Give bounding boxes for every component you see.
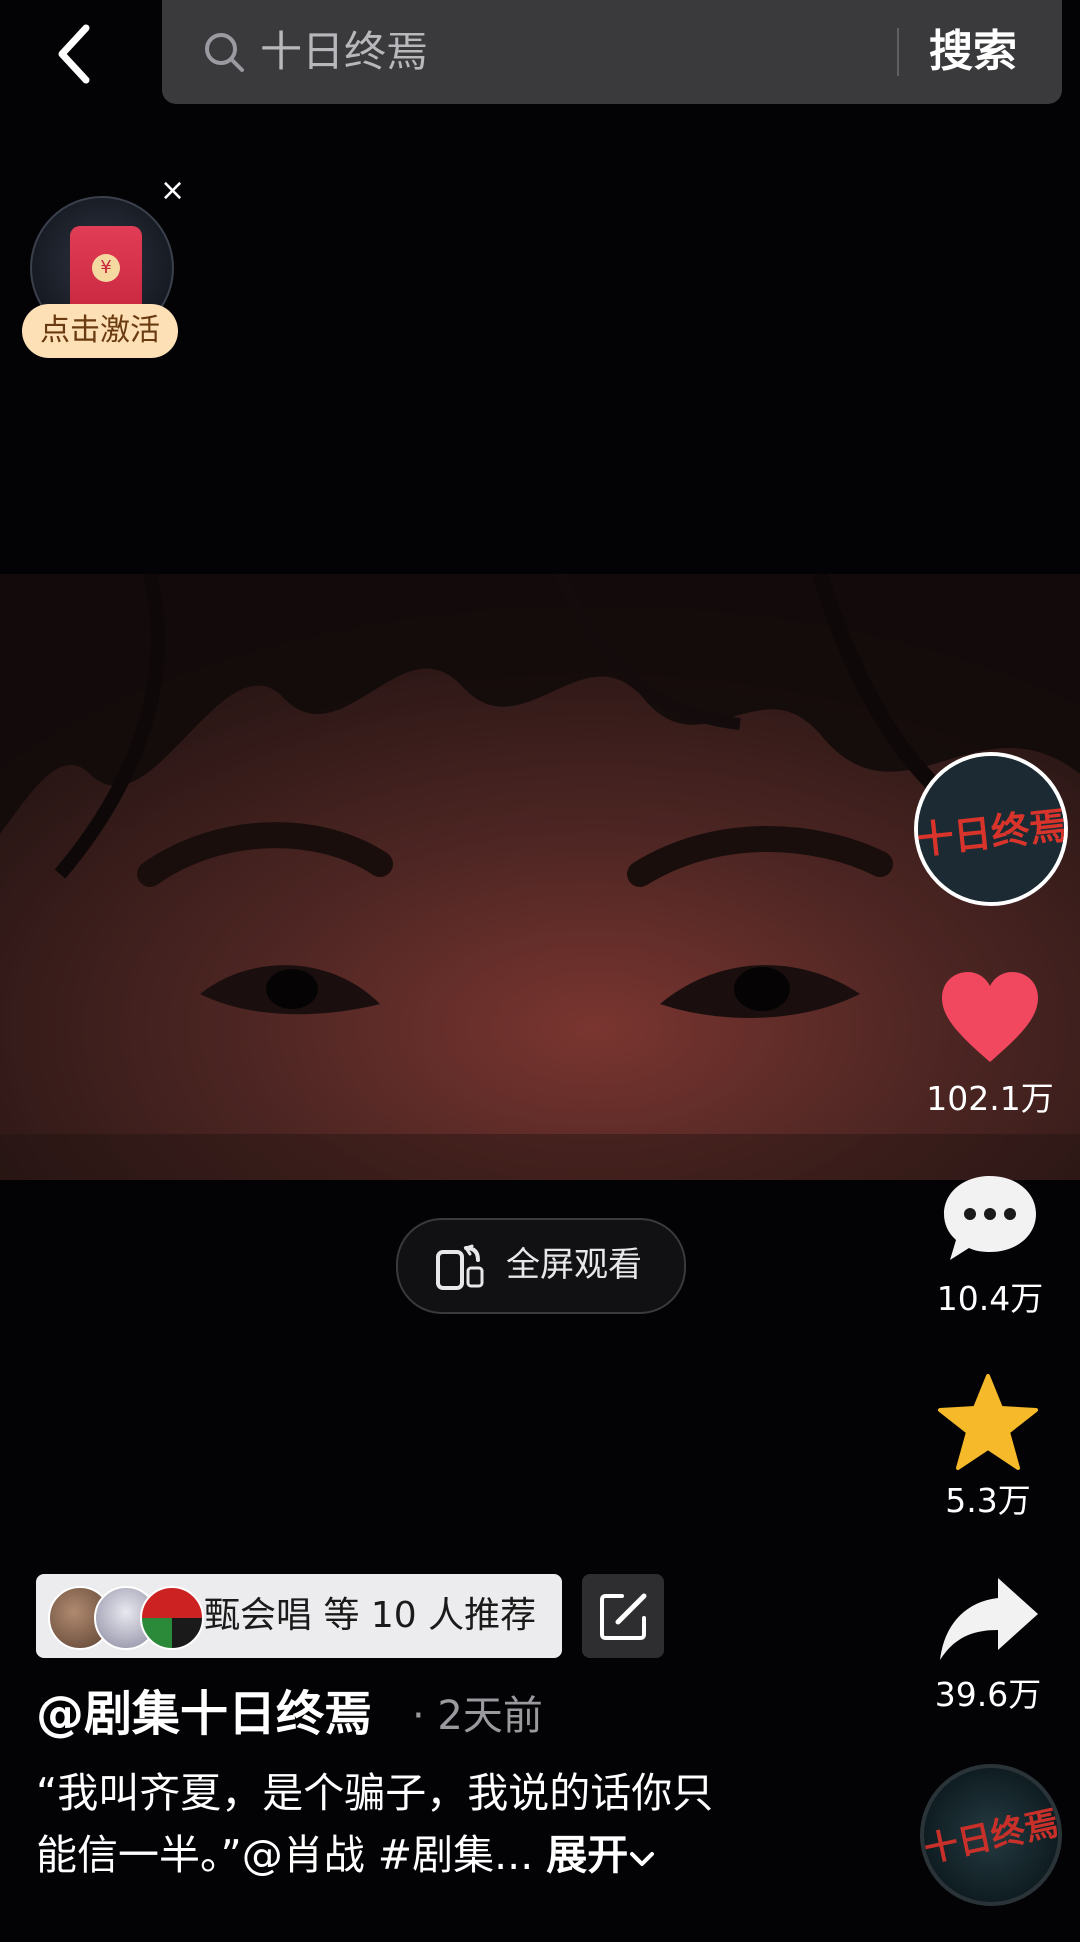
heart-icon[interactable] [940,970,1040,1066]
svg-text:十日终焉: 十日终焉 [924,1803,1058,1870]
creator-logo-image: 十日终焉 [918,756,1064,902]
search-icon [202,30,246,74]
comment-count: 10.4万 [936,1279,1044,1318]
author-handle[interactable]: @剧集十日终焉 [36,1682,372,1746]
red-envelope-icon: ¥ [70,226,142,316]
red-packet-widget[interactable]: ¥ 点击激活 [22,186,192,366]
edit-icon [600,1593,647,1640]
recommend-text: 甄会唱 等 10 人推荐 [204,1595,537,1636]
share-count: 39.6万 [934,1675,1042,1714]
search-input[interactable]: 十日终焉 [260,24,428,80]
post-caption: “我叫齐夏，是个骗子，我说的话你只 能信一半。”@肖战 #剧集... 展开 [36,1762,796,1886]
coin-icon: ¥ [92,254,120,282]
rotate-screen-icon [434,1242,486,1292]
caption-line: “我叫齐夏，是个骗子，我说的话你只 [36,1769,714,1817]
comment-icon[interactable] [940,1172,1040,1266]
fullscreen-button[interactable]: 全屏观看 [396,1218,686,1314]
search-divider [897,28,899,76]
close-icon[interactable]: × [160,176,185,206]
creator-avatar[interactable]: 十日终焉 [914,752,1068,906]
caption-text: 能信一半。”@肖战 #剧集... [36,1831,547,1879]
expand-link[interactable]: 展开 [546,1831,656,1879]
chevron-down-icon [630,1852,655,1866]
star-icon[interactable] [936,1372,1040,1472]
recommender-avatar [140,1586,204,1650]
music-disc[interactable]: 十日终焉 [920,1764,1062,1906]
edit-button[interactable] [582,1574,664,1658]
recommend-chip[interactable]: 甄会唱 等 10 人推荐 [36,1574,562,1658]
search-button[interactable]: 搜索 [929,22,1017,82]
caption-line-2: 能信一半。”@肖战 #剧集... 展开 [36,1824,796,1886]
expand-label: 展开 [546,1831,629,1879]
back-button[interactable] [40,18,112,90]
search-bar[interactable]: 十日终焉 搜索 [162,0,1062,104]
post-time: · 2天前 [412,1693,543,1739]
share-icon[interactable] [936,1574,1042,1664]
activate-label[interactable]: 点击激活 [22,304,178,358]
chevron-left-icon [58,24,90,84]
favorite-count: 5.3万 [945,1481,1031,1520]
like-count: 102.1万 [926,1079,1054,1118]
music-cover-image: 十日终焉 [924,1803,1058,1870]
fullscreen-label: 全屏观看 [506,1245,642,1285]
